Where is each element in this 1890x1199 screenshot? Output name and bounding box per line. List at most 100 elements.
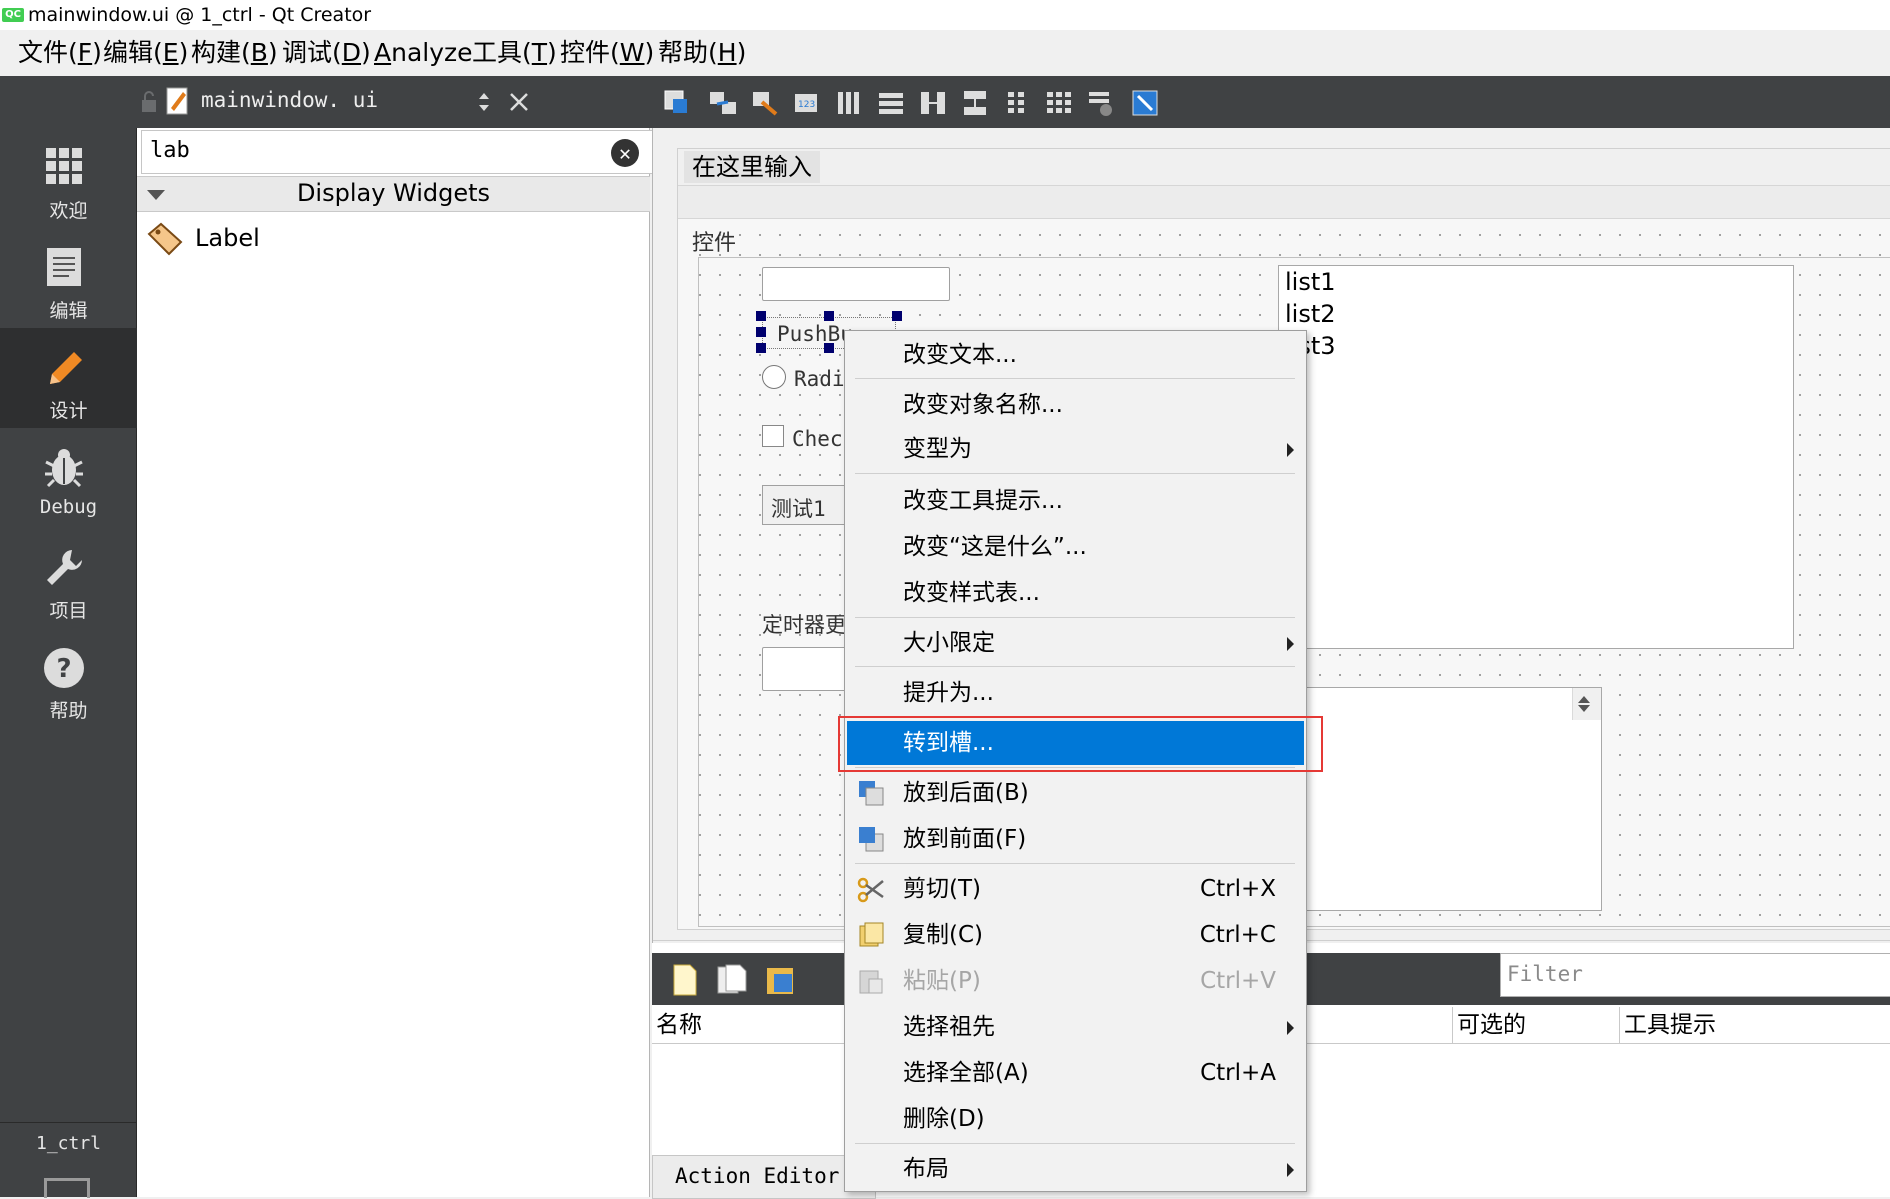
selection-handle[interactable] [892, 311, 902, 321]
edit-tab-order-icon[interactable]: 123 [792, 88, 822, 118]
menu-item-size-constraints[interactable]: 大小限定 [847, 621, 1304, 665]
widget-filter-value: lab [150, 138, 190, 163]
menu-item-morph-into[interactable]: 变型为 [847, 427, 1304, 471]
menu-item-send-to-back[interactable]: 放到后面(B) [847, 771, 1304, 815]
layout-grid-icon[interactable] [1044, 88, 1074, 118]
list-widget[interactable]: list1 list2 list3 [1278, 265, 1794, 649]
text-edit[interactable] [1278, 687, 1602, 911]
monitor-icon[interactable] [44, 1178, 90, 1198]
adjust-size-icon[interactable] [1130, 88, 1160, 118]
paste-icon [859, 970, 883, 994]
checkbox-icon[interactable] [762, 425, 784, 447]
mode-welcome-label: 欢迎 [49, 200, 88, 222]
menu-item-change-stylesheet[interactable]: 改变样式表... [847, 571, 1304, 615]
column-tooltip[interactable]: 工具提示 [1619, 1007, 1890, 1044]
filter-input[interactable]: Filter [1500, 953, 1890, 997]
lock-icon[interactable] [137, 90, 161, 114]
menu-item-select-ancestor[interactable]: 选择祖先 [847, 1005, 1304, 1049]
mode-welcome[interactable]: 欢迎 [0, 128, 137, 228]
menu-item-change-text[interactable]: 改变文本... [847, 333, 1304, 377]
menu-item-select-all[interactable]: 选择全部(A) Ctrl+A [847, 1051, 1304, 1095]
sidebar-divider [0, 1122, 137, 1123]
menu-item-paste[interactable]: 粘贴(P) Ctrl+V [847, 959, 1304, 1003]
mode-design[interactable]: 设计 [0, 328, 137, 428]
mode-debug[interactable]: Debug [0, 428, 137, 528]
menu-item-change-whats-this[interactable]: 改变“这是什么”... [847, 525, 1304, 569]
qt-logo-icon: QC [2, 8, 24, 22]
selection-handle[interactable] [824, 343, 834, 353]
menu-file[interactable]: 文件(F) [18, 30, 102, 76]
list-item[interactable]: list1 [1279, 266, 1793, 298]
selection-handle[interactable] [756, 343, 766, 353]
selection-handle[interactable] [756, 311, 766, 321]
menu-build[interactable]: 构建(B) [191, 30, 278, 76]
edit-signals-slots-icon[interactable] [708, 88, 738, 118]
column-name[interactable]: 名称 [652, 1007, 856, 1044]
break-layout-icon[interactable] [1086, 88, 1116, 118]
form-menubar: 在这里输入 [678, 149, 1890, 186]
shortcut-label: Ctrl+X [1200, 876, 1276, 902]
mode-help[interactable]: ? 帮助 [0, 628, 137, 728]
menu-item-label: 改变文本... [903, 342, 1017, 368]
scroll-up-icon[interactable] [1577, 694, 1591, 704]
copy-action-icon[interactable] [716, 963, 750, 997]
layout-horizontal-icon[interactable] [834, 88, 864, 118]
edit-file-icon [166, 87, 188, 115]
clear-icon[interactable]: ✕ [611, 139, 639, 167]
category-display-widgets[interactable]: Display Widgets [137, 176, 650, 212]
menu-widgets[interactable]: 控件(W) [560, 30, 654, 76]
layout-horizontal-splitter-icon[interactable] [918, 88, 948, 118]
list-item[interactable]: list2 [1279, 298, 1793, 330]
collapse-arrow-icon[interactable] [147, 190, 165, 200]
column-checkable[interactable]: 可选的 [1452, 1007, 1623, 1044]
list-item[interactable]: list3 [1279, 330, 1793, 362]
radio-button-label[interactable]: Radi [794, 367, 845, 391]
menu-item-layout[interactable]: 布局 [847, 1147, 1304, 1191]
menu-item-change-object-name[interactable]: 改变对象名称... [847, 383, 1304, 427]
menu-item-cut[interactable]: 剪切(T) Ctrl+X [847, 867, 1304, 911]
type-here-menu[interactable]: 在这里输入 [684, 151, 820, 183]
menu-item-bring-to-front[interactable]: 放到前面(F) [847, 817, 1304, 861]
selection-handle[interactable] [824, 311, 834, 321]
widget-item-label-text: Label [195, 224, 260, 252]
vertical-scrollbar[interactable] [1572, 688, 1601, 720]
menu-item-promote-to[interactable]: 提升为... [847, 671, 1304, 715]
menu-debug[interactable]: 调试(D) [282, 30, 371, 76]
menu-item-copy[interactable]: 复制(C) Ctrl+C [847, 913, 1304, 957]
timer-label: 定时器更 [762, 613, 846, 637]
open-document-name[interactable]: mainwindow. ui [201, 88, 378, 112]
line-edit-1[interactable] [762, 267, 950, 301]
selection-handle[interactable] [756, 327, 766, 337]
menu-edit[interactable]: 编辑(E) [103, 30, 188, 76]
edit-buddies-icon[interactable] [750, 88, 780, 118]
menu-item-label: 改变样式表... [903, 580, 1040, 606]
menu-analyze[interactable]: Analyze [374, 30, 473, 76]
scroll-down-icon[interactable] [1577, 704, 1591, 714]
layout-vertical-splitter-icon[interactable] [960, 88, 990, 118]
category-label: Display Widgets [296, 179, 491, 207]
widget-filter-input[interactable]: lab ✕ [141, 130, 656, 174]
groupbox-title: 控件 [692, 231, 737, 256]
mode-projects[interactable]: 项目 [0, 528, 137, 628]
question-icon: ? [44, 648, 84, 688]
highlight-box [838, 716, 1323, 772]
layout-form-icon[interactable] [1002, 88, 1032, 118]
separator [855, 666, 1295, 667]
menu-item-label: 复制(C) [903, 922, 984, 948]
close-document-icon[interactable] [507, 90, 531, 114]
radio-button-icon[interactable] [762, 365, 786, 389]
project-selector-label[interactable]: 1_ctrl [0, 1133, 137, 1154]
menu-item-label: 布局 [903, 1156, 949, 1182]
document-switch-icon[interactable] [477, 90, 491, 114]
tab-action-editor[interactable]: Action Editor [652, 1155, 876, 1199]
edit-widgets-icon[interactable] [662, 88, 692, 118]
mode-edit[interactable]: 编辑 [0, 228, 137, 328]
menu-item-label: 放到后面(B) [903, 780, 1029, 806]
menu-help[interactable]: 帮助(H) [658, 30, 746, 76]
menu-item-delete[interactable]: 删除(D) [847, 1097, 1304, 1141]
layout-vertical-icon[interactable] [876, 88, 906, 118]
menu-tools[interactable]: 工具(T) [472, 30, 557, 76]
menu-item-change-tooltip[interactable]: 改变工具提示... [847, 479, 1304, 523]
paste-action-icon[interactable] [764, 963, 798, 997]
new-action-icon[interactable] [672, 963, 698, 997]
